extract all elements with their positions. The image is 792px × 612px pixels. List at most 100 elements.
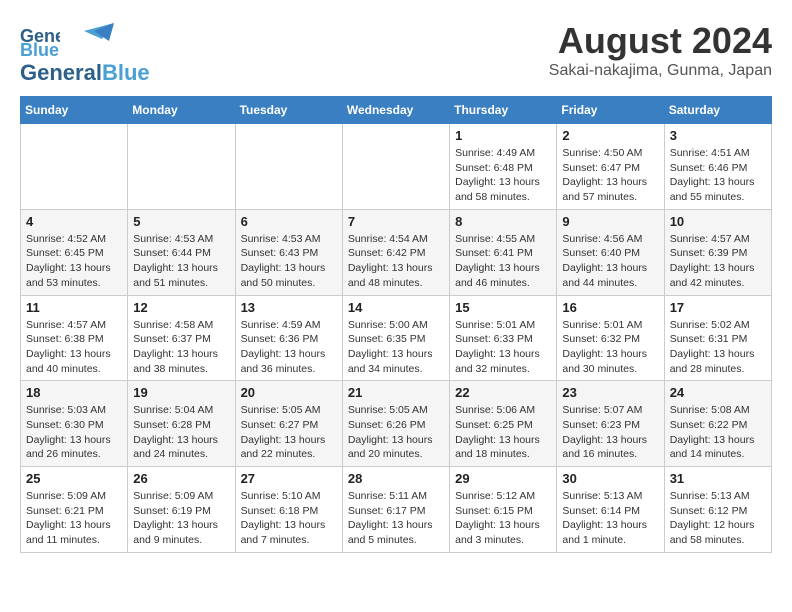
calendar-cell: 8 Sunrise: 4:55 AM Sunset: 6:41 PM Daylig…	[450, 209, 557, 295]
day-of-week-header: Thursday	[450, 97, 557, 124]
day-info: Sunrise: 5:13 AM Sunset: 6:14 PM Dayligh…	[562, 489, 658, 548]
calendar-cell: 24Sunrise: 5:08 AM Sunset: 6:22 PM Dayli…	[664, 381, 771, 467]
day-of-week-header: Saturday	[664, 97, 771, 124]
logo: General Blue General Blue	[20, 20, 150, 86]
calendar-cell: 2 Sunrise: 4:50 AM Sunset: 6:47 PM Daylig…	[557, 124, 664, 210]
day-number: 15	[455, 300, 551, 315]
day-number: 11	[26, 300, 122, 315]
day-number: 28	[348, 471, 444, 486]
day-number: 4	[26, 214, 122, 229]
day-number: 9	[562, 214, 658, 229]
day-info: Sunrise: 4:51 AM Sunset: 6:46 PM Dayligh…	[670, 146, 766, 205]
svg-text:Blue: Blue	[20, 40, 59, 60]
day-info: Sunrise: 4:58 AM Sunset: 6:37 PM Dayligh…	[133, 318, 229, 377]
day-number: 20	[241, 385, 337, 400]
logo-bird-icon	[64, 21, 114, 59]
calendar-cell	[235, 124, 342, 210]
day-of-week-header: Monday	[128, 97, 235, 124]
calendar-cell: 21 Sunrise: 5:05 AM Sunset: 6:26 PM Dayli…	[342, 381, 449, 467]
day-info: Sunrise: 5:04 AM Sunset: 6:28 PM Dayligh…	[133, 403, 229, 462]
day-info: Sunrise: 5:10 AM Sunset: 6:18 PM Dayligh…	[241, 489, 337, 548]
day-of-week-header: Tuesday	[235, 97, 342, 124]
calendar-week-row: 11 Sunrise: 4:57 AM Sunset: 6:38 PM Dayli…	[21, 295, 772, 381]
day-number: 7	[348, 214, 444, 229]
calendar-cell: 10 Sunrise: 4:57 AM Sunset: 6:39 PM Dayli…	[664, 209, 771, 295]
day-info: Sunrise: 4:59 AM Sunset: 6:36 PM Dayligh…	[241, 318, 337, 377]
day-number: 10	[670, 214, 766, 229]
calendar-cell: 18 Sunrise: 5:03 AM Sunset: 6:30 PM Dayli…	[21, 381, 128, 467]
calendar-cell: 1 Sunrise: 4:49 AM Sunset: 6:48 PM Daylig…	[450, 124, 557, 210]
calendar-cell: 3Sunrise: 4:51 AM Sunset: 6:46 PM Daylig…	[664, 124, 771, 210]
day-number: 29	[455, 471, 551, 486]
calendar-cell: 26 Sunrise: 5:09 AM Sunset: 6:19 PM Dayli…	[128, 467, 235, 553]
calendar-cell: 11 Sunrise: 4:57 AM Sunset: 6:38 PM Dayli…	[21, 295, 128, 381]
calendar-cell	[128, 124, 235, 210]
calendar-cell: 14Sunrise: 5:00 AM Sunset: 6:35 PM Dayli…	[342, 295, 449, 381]
day-number: 19	[133, 385, 229, 400]
calendar-cell: 9Sunrise: 4:56 AM Sunset: 6:40 PM Daylig…	[557, 209, 664, 295]
day-info: Sunrise: 5:05 AM Sunset: 6:26 PM Dayligh…	[348, 403, 444, 462]
day-of-week-header: Friday	[557, 97, 664, 124]
day-info: Sunrise: 5:07 AM Sunset: 6:23 PM Dayligh…	[562, 403, 658, 462]
day-number: 24	[670, 385, 766, 400]
day-info: Sunrise: 5:09 AM Sunset: 6:19 PM Dayligh…	[133, 489, 229, 548]
calendar-week-row: 1 Sunrise: 4:49 AM Sunset: 6:48 PM Daylig…	[21, 124, 772, 210]
calendar-cell: 22Sunrise: 5:06 AM Sunset: 6:25 PM Dayli…	[450, 381, 557, 467]
day-number: 8	[455, 214, 551, 229]
calendar-cell: 15Sunrise: 5:01 AM Sunset: 6:33 PM Dayli…	[450, 295, 557, 381]
calendar-cell: 25Sunrise: 5:09 AM Sunset: 6:21 PM Dayli…	[21, 467, 128, 553]
day-info: Sunrise: 5:13 AM Sunset: 6:12 PM Dayligh…	[670, 489, 766, 548]
calendar-cell: 12Sunrise: 4:58 AM Sunset: 6:37 PM Dayli…	[128, 295, 235, 381]
calendar-header-row: SundayMondayTuesdayWednesdayThursdayFrid…	[21, 97, 772, 124]
day-number: 26	[133, 471, 229, 486]
calendar-cell: 20 Sunrise: 5:05 AM Sunset: 6:27 PM Dayli…	[235, 381, 342, 467]
day-of-week-header: Sunday	[21, 97, 128, 124]
calendar-cell	[342, 124, 449, 210]
day-info: Sunrise: 5:06 AM Sunset: 6:25 PM Dayligh…	[455, 403, 551, 462]
day-number: 27	[241, 471, 337, 486]
day-number: 21	[348, 385, 444, 400]
day-info: Sunrise: 4:57 AM Sunset: 6:39 PM Dayligh…	[670, 232, 766, 291]
day-info: Sunrise: 4:52 AM Sunset: 6:45 PM Dayligh…	[26, 232, 122, 291]
logo-general-text: General	[20, 60, 102, 86]
day-info: Sunrise: 4:57 AM Sunset: 6:38 PM Dayligh…	[26, 318, 122, 377]
day-info: Sunrise: 5:03 AM Sunset: 6:30 PM Dayligh…	[26, 403, 122, 462]
calendar-cell: 30 Sunrise: 5:13 AM Sunset: 6:14 PM Dayli…	[557, 467, 664, 553]
calendar-cell: 28 Sunrise: 5:11 AM Sunset: 6:17 PM Dayli…	[342, 467, 449, 553]
day-of-week-header: Wednesday	[342, 97, 449, 124]
day-number: 31	[670, 471, 766, 486]
day-number: 18	[26, 385, 122, 400]
calendar-cell: 23 Sunrise: 5:07 AM Sunset: 6:23 PM Dayli…	[557, 381, 664, 467]
day-number: 14	[348, 300, 444, 315]
calendar-cell: 29Sunrise: 5:12 AM Sunset: 6:15 PM Dayli…	[450, 467, 557, 553]
day-number: 17	[670, 300, 766, 315]
day-info: Sunrise: 5:01 AM Sunset: 6:32 PM Dayligh…	[562, 318, 658, 377]
location-text: Sakai-nakajima, Gunma, Japan	[549, 62, 772, 80]
day-info: Sunrise: 4:55 AM Sunset: 6:41 PM Dayligh…	[455, 232, 551, 291]
day-number: 2	[562, 128, 658, 143]
calendar-cell: 27 Sunrise: 5:10 AM Sunset: 6:18 PM Dayli…	[235, 467, 342, 553]
page-header: General Blue General Blue August 2024 Sa…	[20, 20, 772, 86]
day-info: Sunrise: 5:11 AM Sunset: 6:17 PM Dayligh…	[348, 489, 444, 548]
calendar-cell: 4 Sunrise: 4:52 AM Sunset: 6:45 PM Daylig…	[21, 209, 128, 295]
day-number: 23	[562, 385, 658, 400]
calendar-cell: 19 Sunrise: 5:04 AM Sunset: 6:28 PM Dayli…	[128, 381, 235, 467]
day-number: 16	[562, 300, 658, 315]
day-info: Sunrise: 4:49 AM Sunset: 6:48 PM Dayligh…	[455, 146, 551, 205]
day-info: Sunrise: 5:02 AM Sunset: 6:31 PM Dayligh…	[670, 318, 766, 377]
day-info: Sunrise: 4:54 AM Sunset: 6:42 PM Dayligh…	[348, 232, 444, 291]
month-title: August 2024	[549, 20, 772, 62]
calendar-week-row: 25Sunrise: 5:09 AM Sunset: 6:21 PM Dayli…	[21, 467, 772, 553]
day-info: Sunrise: 4:50 AM Sunset: 6:47 PM Dayligh…	[562, 146, 658, 205]
calendar-cell: 5Sunrise: 4:53 AM Sunset: 6:44 PM Daylig…	[128, 209, 235, 295]
day-number: 13	[241, 300, 337, 315]
day-info: Sunrise: 5:05 AM Sunset: 6:27 PM Dayligh…	[241, 403, 337, 462]
calendar-cell: 31 Sunrise: 5:13 AM Sunset: 6:12 PM Dayli…	[664, 467, 771, 553]
day-number: 1	[455, 128, 551, 143]
logo-icon: General Blue	[20, 20, 60, 60]
day-number: 5	[133, 214, 229, 229]
calendar-cell: 7 Sunrise: 4:54 AM Sunset: 6:42 PM Daylig…	[342, 209, 449, 295]
logo-blue-text: Blue	[102, 60, 150, 86]
day-number: 30	[562, 471, 658, 486]
day-info: Sunrise: 5:09 AM Sunset: 6:21 PM Dayligh…	[26, 489, 122, 548]
